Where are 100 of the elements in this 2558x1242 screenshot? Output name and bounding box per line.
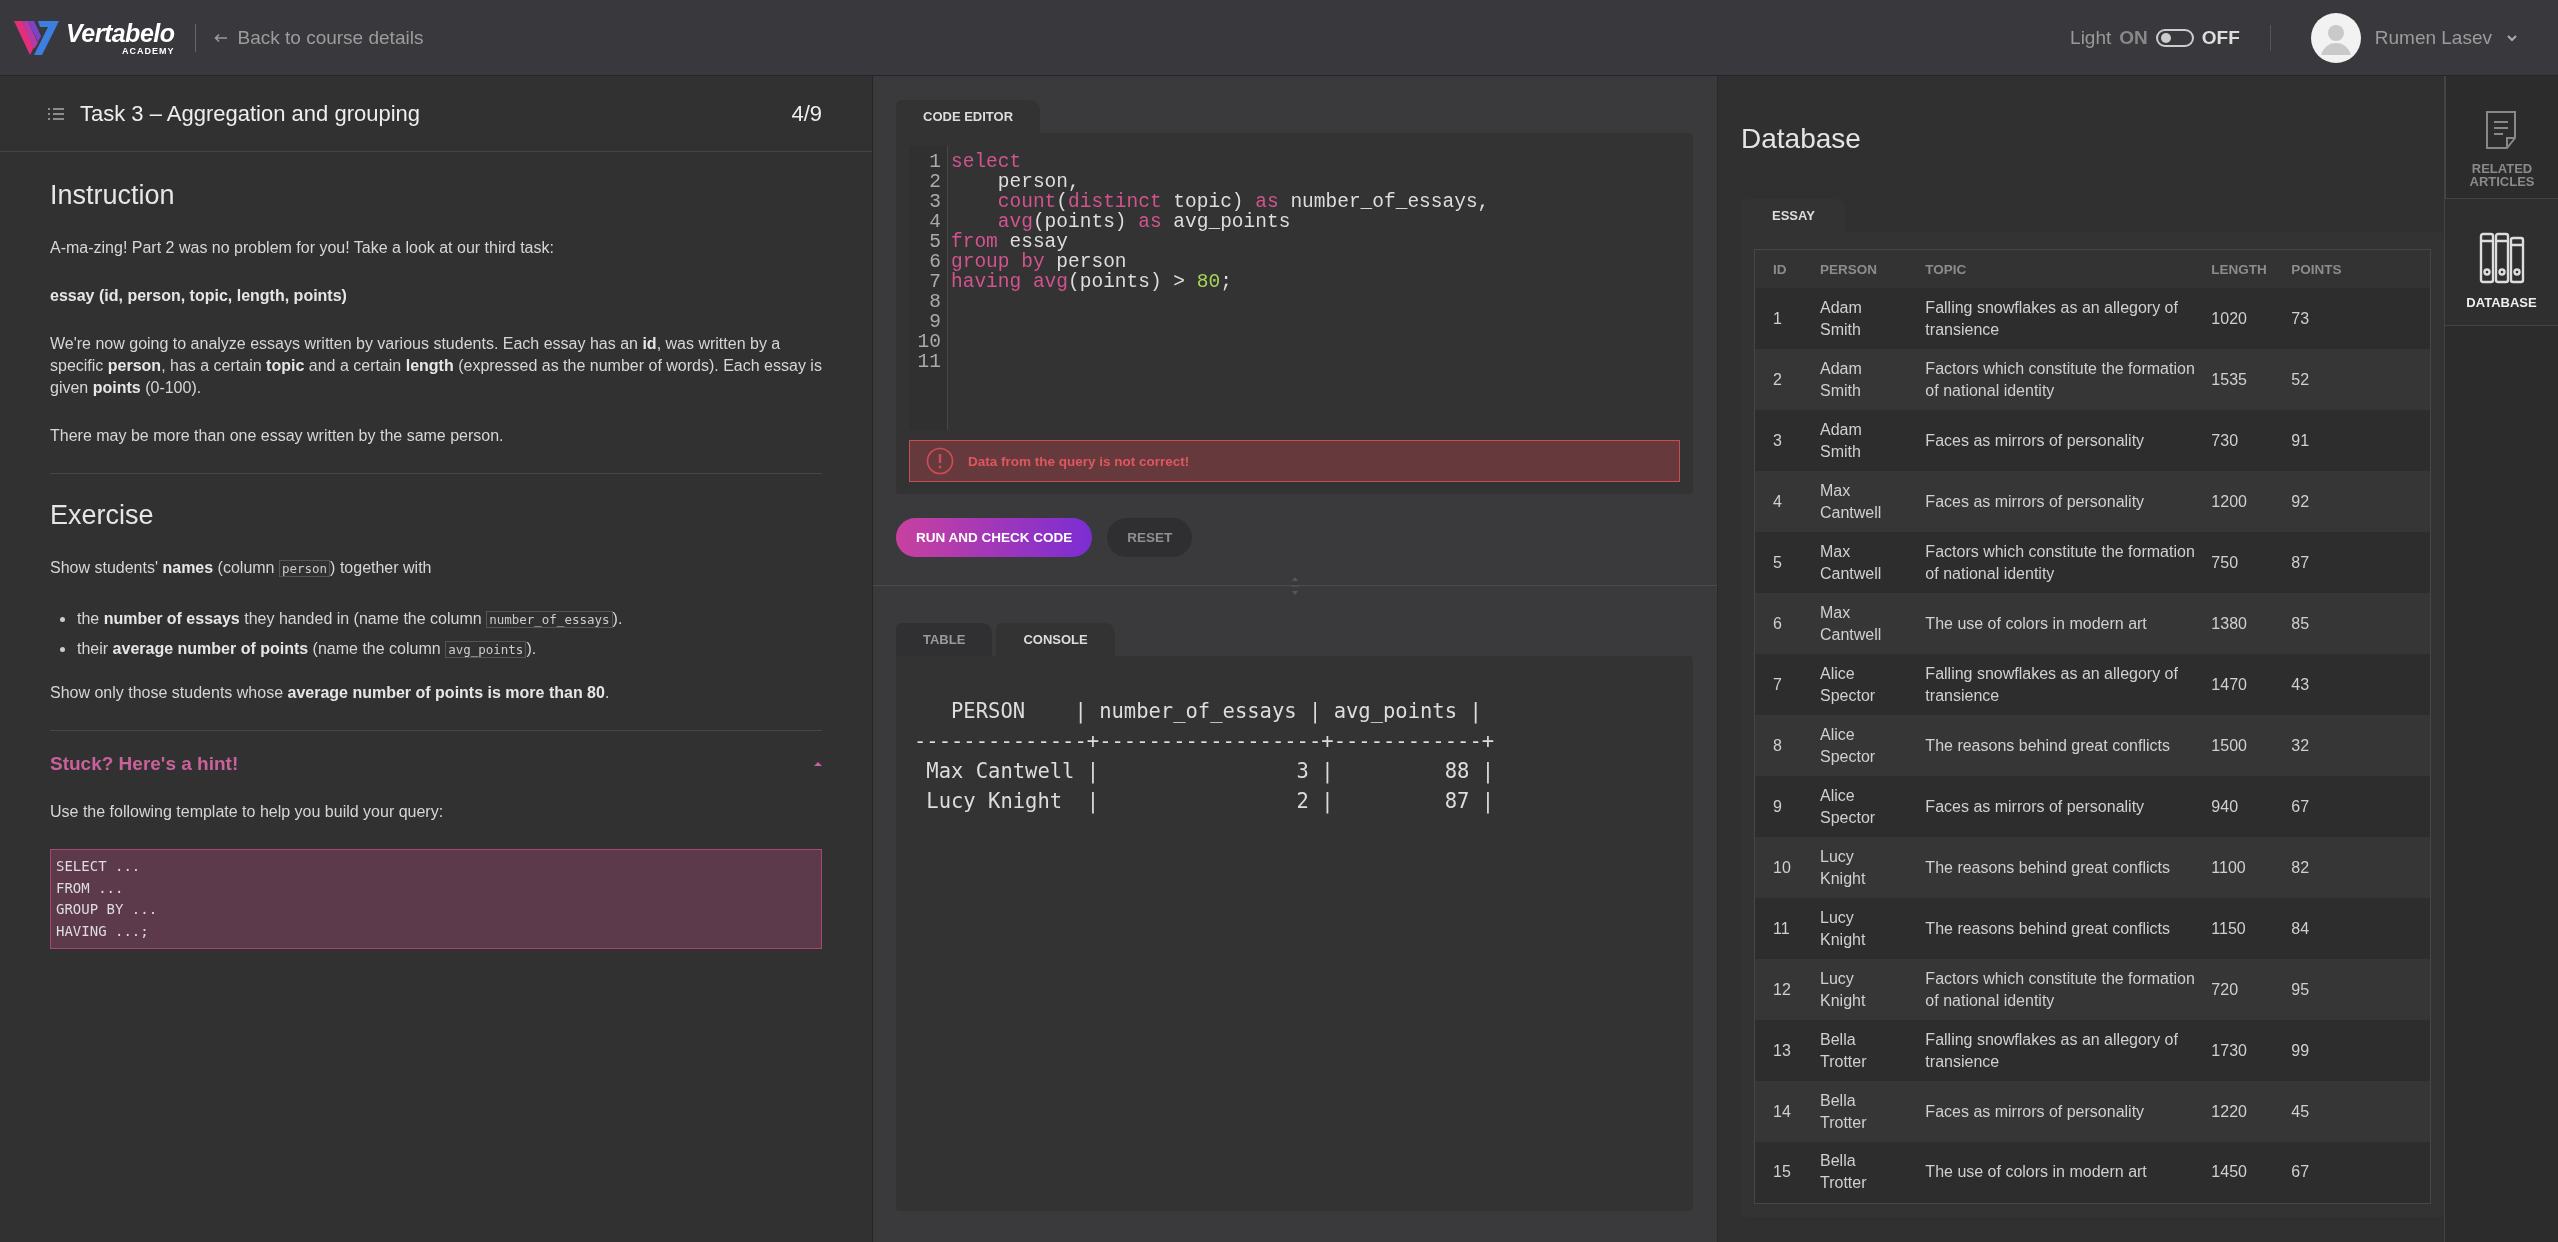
editor-tab[interactable]: CODE EDITOR [896, 100, 1041, 133]
column-header: PERSON [1820, 261, 1877, 277]
table-cell-text: 1380 [2211, 613, 2247, 634]
section-heading: Exercise [50, 500, 154, 531]
reset-button[interactable]: RESET [1107, 518, 1193, 557]
table-cell-text: 1500 [2211, 735, 2247, 756]
bullet-icon [60, 616, 65, 622]
on-label: ON [2119, 26, 2148, 49]
light-label: Light [2070, 26, 2112, 49]
paragraph: We're now going to analyze essays written by various students. Each essay has an id, was written by a specific person, has a certain topic and a certain length (expressed as the number of words). Each essay is given points (0-100). [50, 334, 822, 398]
brand-name: Vertabelo [66, 19, 175, 46]
table-cell-text: Factors which constitute the formation of national identity [1925, 541, 2196, 584]
list-icon[interactable] [48, 107, 64, 120]
table-cell-text: Max Cantwell [1820, 541, 1882, 584]
line-number: 11 [916, 352, 941, 372]
table-cell-text: Faces as mirrors of personality [1925, 430, 2145, 451]
hint-title[interactable]: Stuck? Here's a hint! [50, 753, 239, 775]
list-item-text: their average number of points (name the column avg_points ). [77, 639, 537, 660]
column-header: TOPIC [1925, 261, 1967, 277]
line-number: 5 [928, 232, 941, 252]
table-cell-text: 1470 [2211, 674, 2247, 695]
table-cell-text: 8 [1773, 735, 1782, 756]
table-cell-text: 12 [1773, 979, 1791, 1000]
table-cell-text: Faces as mirrors of personality [1925, 1101, 2145, 1122]
table-cell-text: Adam Smith [1820, 358, 1863, 401]
line-number: 9 [928, 312, 941, 332]
table-cell-text: Factors which constitute the formation of national identity [1925, 968, 2196, 1011]
avatar-icon [2310, 12, 2361, 63]
paragraph: There may be more than one essay written by the same person. [50, 426, 505, 446]
line-number: 2 [928, 172, 941, 192]
table-cell-text: The reasons behind great conflicts [1925, 857, 2170, 878]
table-cell-text: 95 [2291, 979, 2310, 1000]
table-cell-text: 1220 [2211, 1101, 2247, 1122]
table-cell-text: 1100 [2211, 857, 2246, 878]
code-line: avg(points) as avg_points [997, 212, 1291, 232]
toggle-switch[interactable] [2155, 28, 2194, 47]
table-cell-text: 4 [1773, 491, 1782, 512]
table-cell-text: 87 [2291, 552, 2310, 573]
console-output: PERSON | number_of_essays | avg_points | --------------+------------------+------------+ Max Cantwell | 3 | 88 | Lucy Knight | 2 | 87 | [896, 656, 1693, 1211]
table-cell-text: Faces as mirrors of personality [1925, 796, 2145, 817]
table-cell-text: 13 [1773, 1040, 1791, 1061]
column-header: LENGTH [2211, 261, 2267, 277]
table-cell-text: Alice Spector [1820, 663, 1877, 706]
line-number: 8 [928, 292, 941, 312]
error-text: Data from the query is not correct! [968, 453, 1190, 469]
table-cell-text: Faces as mirrors of personality [1925, 491, 2145, 512]
table-cell-text: Alice Spector [1820, 724, 1877, 767]
table-cell-text: Falling snowflakes as an allegory of transience [1925, 663, 2179, 706]
code-line: having avg(points) > 80; [951, 272, 1232, 292]
run-button[interactable]: RUN AND CHECK CODE [896, 518, 1093, 557]
line-number: 10 [916, 332, 941, 352]
table-cell-text: 45 [2291, 1101, 2310, 1122]
table-cell-text: Falling snowflakes as an allegory of transience [1925, 297, 2179, 340]
table-cell-text: Lucy Knight [1820, 846, 1867, 889]
user-menu[interactable]: Rumen Lasev [2310, 12, 2518, 63]
table-cell-text: 11 [1773, 918, 1790, 939]
off-label: OFF [2201, 26, 2240, 49]
code-line: from essay [951, 232, 1069, 252]
articles-nav-item[interactable]: RELATED ARTICLES [2445, 76, 2558, 199]
caret-icon[interactable] [814, 761, 822, 767]
table-cell-text: 52 [2291, 369, 2310, 390]
table-cell-text: Max Cantwell [1820, 602, 1882, 645]
table-cell-text: 14 [1773, 1101, 1791, 1122]
table-cell-text: 67 [2291, 796, 2310, 817]
panel-title: Database [1741, 123, 1861, 155]
code-line: person, [996, 172, 1080, 192]
table-cell-text: Bella Trotter [1820, 1151, 1868, 1194]
table-cell-text: 9 [1773, 796, 1782, 817]
line-number: 7 [928, 272, 941, 292]
code-line: group by person [951, 252, 1127, 272]
table-cell-text: 1450 [2211, 1162, 2247, 1183]
column-header: ID [1773, 261, 1787, 277]
table-cell-text: 1200 [2211, 491, 2247, 512]
table-cell-text: Factors which constitute the formation of national identity [1925, 358, 2196, 401]
task-title: Task 3 – Aggregation and grouping [80, 100, 422, 127]
table-cell-text: Falling snowflakes as an allegory of transience [1925, 1029, 2179, 1072]
table-cell-text: 10 [1773, 857, 1791, 878]
output-tab[interactable]: CONSOLE [996, 623, 1115, 656]
table-cell-text: 82 [2291, 857, 2310, 878]
table-cell-text: 5 [1773, 552, 1782, 573]
table-cell-text: Adam Smith [1820, 297, 1863, 340]
bullet-icon [60, 646, 65, 652]
table-cell-text: 84 [2291, 918, 2310, 939]
hint-text: Use the following template to help you build your query: [50, 802, 445, 822]
paragraph: Show only those students whose average number of points is more than 80. [50, 683, 611, 703]
table-cell-text: 43 [2291, 674, 2310, 695]
resize-handle-icon[interactable] [1290, 576, 1300, 596]
output-tab[interactable]: TABLE [896, 623, 993, 656]
table-cell-text: 3 [1773, 430, 1782, 451]
section-heading: Instruction [50, 180, 175, 211]
code-template: SELECT ... FROM ... GROUP BY ... HAVING ...; [50, 849, 822, 949]
table-cell-text: Lucy Knight [1820, 968, 1867, 1011]
table-cell-text: Bella Trotter [1820, 1090, 1868, 1133]
table-cell-text: 73 [2291, 308, 2310, 329]
table-cell-text: 730 [2211, 430, 2239, 451]
back-link[interactable]: Back to course details [213, 26, 424, 49]
table-cell-text: The use of colors in modern art [1925, 613, 2147, 634]
table-cell-text: 92 [2291, 491, 2310, 512]
brand-subtitle: ACADEMY [122, 45, 175, 56]
table-cell-text: 32 [2291, 735, 2310, 756]
